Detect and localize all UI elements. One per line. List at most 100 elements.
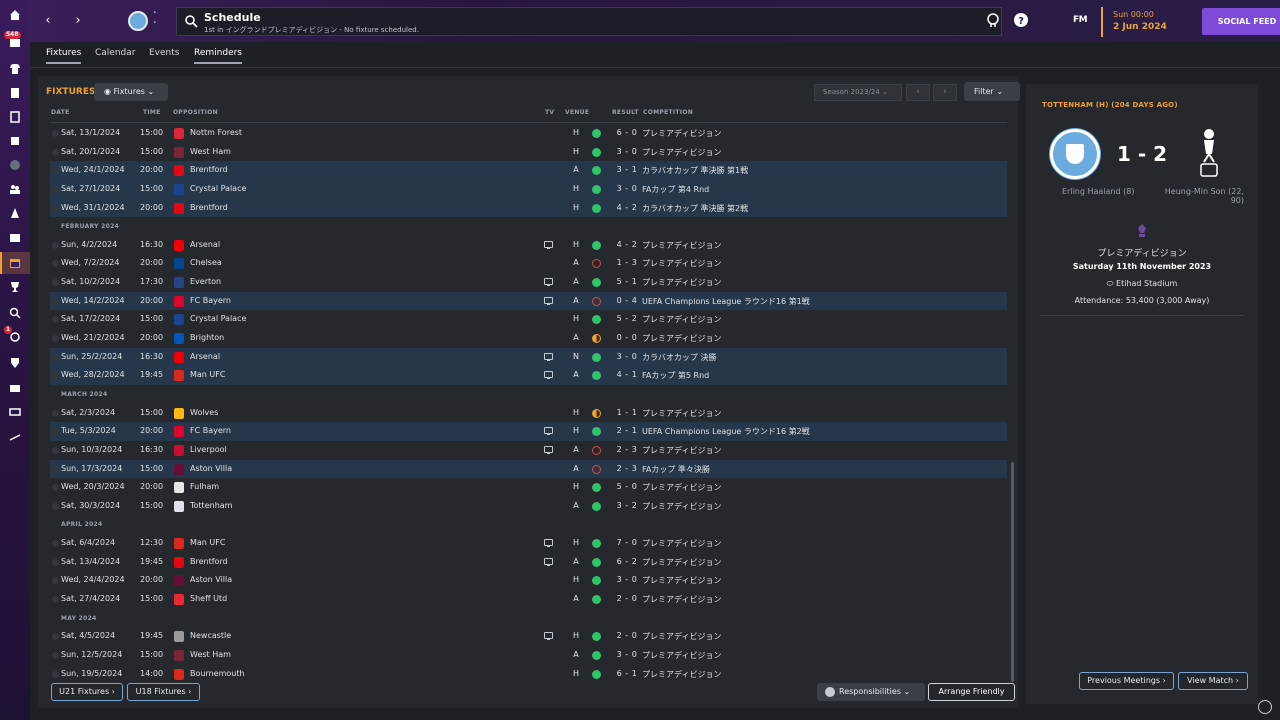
row-select-dot[interactable] xyxy=(52,241,59,249)
analysis-icon[interactable] xyxy=(7,429,23,445)
fixture-opponent[interactable]: Brentford xyxy=(190,165,228,174)
responsibilities-button[interactable]: Responsibilities ⌄ xyxy=(817,683,925,701)
fixture-opponent[interactable]: Bournemouth xyxy=(190,669,245,678)
row-select-dot[interactable] xyxy=(52,633,59,641)
fixture-competition[interactable]: FAカップ 第5 Rnd xyxy=(642,370,709,381)
previous-meetings-button[interactable]: Previous Meetings › xyxy=(1079,672,1174,690)
row-select-dot[interactable] xyxy=(52,297,59,305)
fixture-opponent[interactable]: Brighton xyxy=(190,333,224,342)
fixture-competition[interactable]: プレミアディビジョン xyxy=(642,631,721,642)
fixture-row[interactable]: Sun, 10/3/2024 16:30 Liverpool A 2 - 3 プレミアディ… xyxy=(50,441,1007,460)
fixture-competition[interactable]: カラバオカップ 準決勝 第1戦 xyxy=(642,165,748,176)
fixture-competition[interactable]: プレミアディビジョン xyxy=(642,277,721,288)
row-select-dot[interactable] xyxy=(52,279,59,287)
fixture-row[interactable]: Sat, 6/4/2024 12:30 Man UFC H 7 - 0 プレミアディビジョ… xyxy=(50,534,1007,553)
fixture-row[interactable]: Sat, 27/4/2024 15:00 Sheff Utd A 2 - 0 プレミアディ… xyxy=(50,590,1007,609)
fixture-opponent[interactable]: Fulham xyxy=(190,482,219,491)
fixture-competition[interactable]: プレミアディビジョン xyxy=(642,128,721,139)
fixture-row[interactable]: Sun, 4/2/2024 16:30 Arsenal H 4 - 2 プレミアディビジョ… xyxy=(50,236,1007,255)
row-select-dot[interactable] xyxy=(52,185,59,193)
fixture-row[interactable]: Sat, 10/2/2024 17:30 Everton A 5 - 1 プレミアディビジ… xyxy=(50,273,1007,292)
row-select-dot[interactable] xyxy=(52,167,59,175)
clipboard-icon[interactable] xyxy=(7,85,23,101)
row-select-dot[interactable] xyxy=(52,670,59,678)
fixture-competition[interactable]: FAカップ 準々決勝 xyxy=(642,464,710,475)
col-time[interactable]: TIME xyxy=(143,109,161,116)
social-feed-button[interactable]: SOCIAL FEED » xyxy=(1202,8,1280,35)
fixtures-view-dropdown[interactable]: ◉ Fixtures ⌄ xyxy=(94,83,168,101)
fixture-opponent[interactable]: FC Bayern xyxy=(190,426,231,435)
fixture-competition[interactable]: プレミアディビジョン xyxy=(642,408,721,419)
tab-events[interactable]: Events xyxy=(149,48,179,62)
fixture-opponent[interactable]: Brentford xyxy=(190,557,228,566)
row-select-dot[interactable] xyxy=(52,465,59,473)
fixture-competition[interactable]: プレミアディビジョン xyxy=(642,445,721,456)
u18-fixtures-button[interactable]: U18 Fixtures › xyxy=(127,683,200,701)
scrollbar[interactable] xyxy=(1011,462,1014,682)
club-icon[interactable] xyxy=(7,355,23,371)
fixture-competition[interactable]: FAカップ 第4 Rnd xyxy=(642,184,709,195)
row-select-dot[interactable] xyxy=(52,540,59,548)
club-switch-icon[interactable]: ˄ ˅ xyxy=(153,10,157,30)
fixture-opponent[interactable]: West Ham xyxy=(190,147,231,156)
row-select-dot[interactable] xyxy=(52,577,59,585)
fixture-opponent[interactable]: Newcastle xyxy=(190,631,231,640)
finances-icon[interactable] xyxy=(7,380,23,396)
fixture-row[interactable]: Sun, 25/2/2024 16:30 Arsenal N 3 - 0 カラバオカップ … xyxy=(50,347,1007,367)
fm-logo[interactable]: FM xyxy=(1073,15,1088,25)
fixture-competition[interactable]: プレミアディビジョン xyxy=(642,501,721,512)
trophy-icon[interactable] xyxy=(7,279,23,295)
fixture-opponent[interactable]: Brentford xyxy=(190,203,228,212)
row-select-dot[interactable] xyxy=(52,409,59,417)
ball-icon[interactable] xyxy=(7,157,23,173)
fixture-row[interactable]: Sat, 4/5/2024 19:45 Newcastle H 2 - 0 プレミアディビ… xyxy=(50,627,1007,646)
forward-arrow-icon[interactable]: › xyxy=(71,12,85,30)
fixture-opponent[interactable]: Arsenal xyxy=(190,352,220,361)
fixture-competition[interactable]: プレミアディビジョン xyxy=(642,575,721,586)
tactics-icon[interactable] xyxy=(7,205,23,221)
away-team-crest[interactable] xyxy=(1192,126,1226,180)
fixture-row[interactable]: Wed, 24/1/2024 20:00 Brentford A 3 - 1 カラバオカッ… xyxy=(50,161,1007,180)
fixture-competition[interactable]: プレミアディビジョン xyxy=(642,538,721,549)
fixture-row[interactable]: Wed, 20/3/2024 20:00 Fulham H 5 - 0 プレミアディビジョ… xyxy=(50,478,1007,497)
row-select-dot[interactable] xyxy=(52,130,59,137)
u21-fixtures-button[interactable]: U21 Fixtures › xyxy=(51,683,123,701)
next-season-button[interactable]: › xyxy=(933,84,957,101)
fixture-row[interactable]: Sun, 12/5/2024 15:00 West Ham A 3 - 0 プレミアディビ… xyxy=(50,646,1007,665)
fixture-competition[interactable]: プレミアディビジョン xyxy=(642,147,721,158)
arrange-friendly-button[interactable]: Arrange Friendly xyxy=(928,683,1015,701)
prev-season-button[interactable]: ‹ xyxy=(906,84,930,101)
row-select-dot[interactable] xyxy=(52,502,59,510)
fixture-opponent[interactable]: Sheff Utd xyxy=(190,594,227,603)
fixture-row[interactable]: Sun, 19/5/2024 14:00 Bournemouth H 6 - 1 プレミア… xyxy=(50,665,1007,684)
scouting-icon[interactable] xyxy=(7,305,23,321)
row-select-dot[interactable] xyxy=(52,596,59,604)
fixture-competition[interactable]: カラバオカップ 準決勝 第2戦 xyxy=(642,203,748,214)
fixture-opponent[interactable]: Everton xyxy=(190,277,221,286)
view-match-button[interactable]: View Match › xyxy=(1178,672,1248,690)
fixture-row[interactable]: Sat, 13/4/2024 19:45 Brentford A 6 - 2 プレミアディ… xyxy=(50,553,1007,572)
notifications-icon[interactable] xyxy=(1258,700,1272,714)
fixture-competition[interactable]: プレミアディビジョン xyxy=(642,240,721,251)
fixture-competition[interactable]: カラバオカップ 決勝 xyxy=(642,352,716,363)
search-box[interactable]: Schedule 1st in イングランドプレミアディビジョン - No fi… xyxy=(176,7,1002,36)
row-select-dot[interactable] xyxy=(52,372,59,380)
document-icon[interactable] xyxy=(7,109,23,125)
fixture-row[interactable]: Tue, 5/3/2024 20:00 FC Bayern H 2 - 1 UEFA Ch… xyxy=(50,422,1007,441)
fixture-opponent[interactable]: Aston Villa xyxy=(190,575,232,584)
row-select-dot[interactable] xyxy=(52,204,59,212)
row-select-dot[interactable] xyxy=(52,651,59,659)
fixture-opponent[interactable]: Wolves xyxy=(190,408,218,417)
row-select-dot[interactable] xyxy=(52,446,59,454)
tab-fixtures[interactable]: Fixtures xyxy=(46,48,82,64)
fixture-competition[interactable]: プレミアディビジョン xyxy=(642,333,721,344)
col-opposition[interactable]: OPPOSITION xyxy=(173,109,218,116)
fixture-row[interactable]: Sun, 17/3/2024 15:00 Aston Villa A 2 - 3 FAカッ… xyxy=(50,459,1007,479)
fixture-competition[interactable]: プレミアディビジョン xyxy=(642,314,721,325)
tab-calendar[interactable]: Calendar xyxy=(95,48,135,62)
fixture-competition[interactable]: UEFA Champions League ラウンド16 第1戦 xyxy=(642,296,810,307)
fixture-competition[interactable]: プレミアディビジョン xyxy=(642,258,721,269)
fixture-competition[interactable]: プレミアディビジョン xyxy=(642,594,721,605)
fixture-row[interactable]: Sat, 20/1/2024 15:00 West Ham H 3 - 0 プレミアディビ… xyxy=(50,143,1007,162)
fixture-row[interactable]: Wed, 24/4/2024 20:00 Aston Villa H 3 - 0 プレミア… xyxy=(50,571,1007,590)
